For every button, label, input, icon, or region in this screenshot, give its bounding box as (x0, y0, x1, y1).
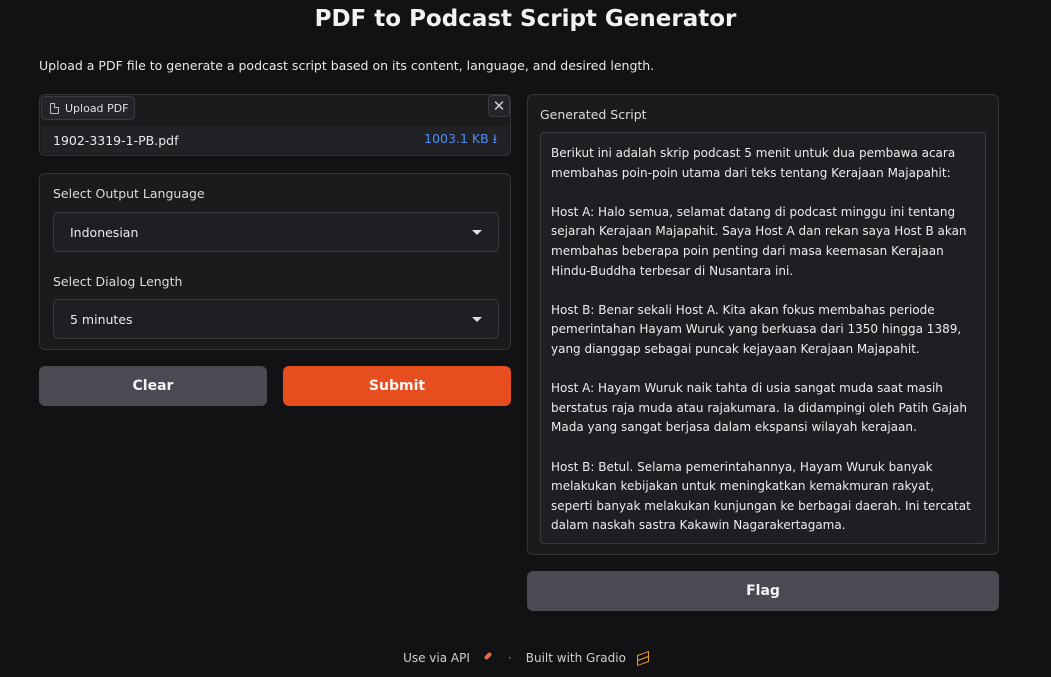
generated-script-textbox[interactable]: Berikut ini adalah skrip podcast 5 menit… (540, 132, 986, 544)
language-dropdown[interactable]: Indonesian (53, 212, 499, 252)
language-label: Select Output Language (53, 186, 205, 201)
settings-panel: Select Output Language Indonesian Select… (39, 173, 511, 350)
footer: Use via API · Built with Gradio (0, 651, 1051, 665)
app-root: PDF to Podcast Script Generator Upload a… (0, 0, 1051, 677)
generated-script-label: Generated Script (540, 107, 647, 122)
footer-separator: · (507, 651, 512, 665)
file-name: 1902-3319-1-PB.pdf (53, 132, 179, 148)
use-via-api-link[interactable]: Use via API (403, 651, 470, 665)
dialog-length-label: Select Dialog Length (53, 274, 183, 289)
submit-button[interactable]: Submit (283, 366, 511, 406)
gradio-logo-icon (636, 652, 648, 664)
chevron-down-icon (472, 229, 482, 235)
dialog-length-value: 5 minutes (70, 311, 133, 327)
upload-pdf-tab[interactable]: Upload PDF (41, 96, 135, 120)
chevron-down-icon (472, 316, 482, 322)
generated-script-panel: Generated Script Berikut ini adalah skri… (527, 94, 999, 555)
pdf-upload-area[interactable]: Upload PDF ✕ 1902-3319-1-PB.pdf 1003.1 K… (39, 94, 511, 156)
uploaded-file-row: 1902-3319-1-PB.pdf 1003.1 KB ⭳ (41, 126, 509, 154)
upload-pdf-label: Upload PDF (65, 101, 129, 115)
remove-file-button[interactable]: ✕ (488, 95, 510, 117)
clear-button[interactable]: Clear (39, 366, 267, 406)
dialog-length-dropdown[interactable]: 5 minutes (53, 299, 499, 339)
flag-button[interactable]: Flag (527, 571, 999, 611)
language-value: Indonesian (70, 224, 139, 240)
file-download-link[interactable]: 1003.1 KB ⭳ (424, 130, 497, 151)
page-description: Upload a PDF file to generate a podcast … (39, 58, 655, 73)
page-title: PDF to Podcast Script Generator (314, 6, 737, 32)
rocket-icon (482, 652, 494, 664)
file-icon (50, 102, 59, 114)
built-with-gradio-link[interactable]: Built with Gradio (526, 651, 626, 665)
